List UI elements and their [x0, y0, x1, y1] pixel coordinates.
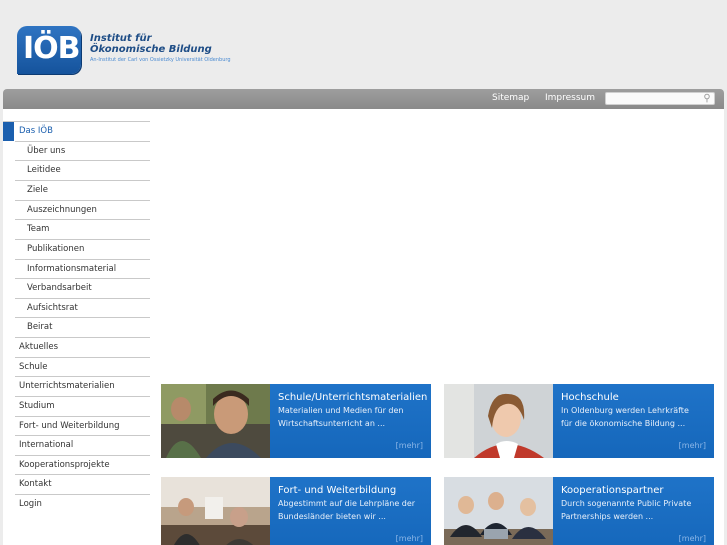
sidebar-item-unterrichtsmaterialien[interactable]: Unterrichtsmaterialien — [15, 376, 150, 396]
impressum-link[interactable]: Impressum — [545, 93, 595, 103]
teaser-title: Fort- und Weiterbildung — [278, 485, 397, 496]
sidebar-item-team[interactable]: Team — [15, 219, 150, 239]
sidebar-item-kontakt[interactable]: Kontakt — [15, 474, 150, 494]
search-input[interactable] — [605, 92, 715, 105]
logo-mark: IÖB — [17, 26, 81, 74]
sitemap-link[interactable]: Sitemap — [492, 93, 529, 103]
logo-line-3: An-Institut der Carl von Ossietzky Unive… — [90, 57, 231, 63]
teaser-text-line-2: Bundesländer bieten wir ... — [278, 512, 386, 521]
teaser-title: Kooperationspartner — [561, 485, 664, 496]
search-icon[interactable]: ⚲ — [700, 92, 714, 105]
sidebar-item-informationsmaterial[interactable]: Informationsmaterial — [15, 259, 150, 279]
mehr-link[interactable]: [mehr] — [396, 534, 423, 543]
sidebar-item-aufsichtsrat[interactable]: Aufsichtsrat — [15, 298, 150, 318]
teaser-image-business-meeting — [444, 477, 553, 545]
sidebar-item-ueber-uns[interactable]: Über uns — [15, 141, 150, 161]
teaser-image-student-woman — [444, 384, 553, 458]
teaser-image-seminar — [161, 477, 270, 545]
ioeb-logo[interactable]: IÖB — [17, 26, 81, 74]
teaser-image-students — [161, 384, 270, 458]
mehr-link[interactable]: [mehr] — [396, 441, 423, 450]
teaser-title: Schule/Unterrichtsmaterialien — [278, 392, 428, 403]
logo-wordmark[interactable]: Institut für Ökonomische Bildung An-Inst… — [90, 33, 231, 64]
sidebar-item-das-ioeb[interactable]: Das IÖB — [3, 121, 150, 141]
teaser-text-line-1: Materialien und Medien für den — [278, 406, 404, 415]
teaser-text-box: Schule/Unterrichtsmaterialien Materialie… — [270, 384, 431, 458]
sidebar-item-kooperationsprojekte[interactable]: Kooperationsprojekte — [15, 455, 150, 475]
sidebar-item-studium[interactable]: Studium — [15, 396, 150, 416]
teaser-text-line-2: Wirtschaftsunterricht an ... — [278, 419, 386, 428]
sidebar-item-schule[interactable]: Schule — [15, 357, 150, 377]
logo-line-2: Ökonomische Bildung — [90, 44, 212, 55]
teaser-fort-und-weiterbildung[interactable]: Fort- und Weiterbildung Abgestimmt auf d… — [161, 477, 431, 545]
sidebar-item-publikationen[interactable]: Publikationen — [15, 239, 150, 259]
page-header: IÖB Institut für Ökonomische Bildung An-… — [0, 0, 727, 88]
teaser-schule[interactable]: Schule/Unterrichtsmaterialien Materialie… — [161, 384, 431, 458]
teaser-text-line-2: Partnerships werden ... — [561, 512, 654, 521]
teaser-text-box: Hochschule In Oldenburg werden Lehrkräft… — [553, 384, 714, 458]
sidebar-item-beirat[interactable]: Beirat — [15, 317, 150, 337]
sidebar-item-fort-und-weiterbildung[interactable]: Fort- und Weiterbildung — [15, 416, 150, 436]
main-content: Schule/Unterrichtsmaterialien Materialie… — [150, 109, 724, 545]
teaser-text-box: Kooperationspartner Durch sogenannte Pub… — [553, 477, 714, 545]
mehr-link[interactable]: [mehr] — [679, 534, 706, 543]
logo-line-1: Institut für — [90, 33, 152, 44]
top-navigation-bar: Sitemap Impressum ⚲ — [3, 89, 724, 109]
teaser-hochschule[interactable]: Hochschule In Oldenburg werden Lehrkräft… — [444, 384, 714, 458]
teaser-text-line-1: Durch sogenannte Public Private — [561, 499, 692, 508]
teaser-text-line-1: In Oldenburg werden Lehrkräfte — [561, 406, 689, 415]
sidebar-item-auszeichnungen[interactable]: Auszeichnungen — [15, 200, 150, 220]
mehr-link[interactable]: [mehr] — [679, 441, 706, 450]
logo-mark-text: IÖB — [23, 31, 81, 66]
sidebar-item-aktuelles[interactable]: Aktuelles — [15, 337, 150, 357]
sidebar-item-verbandsarbeit[interactable]: Verbandsarbeit — [15, 278, 150, 298]
teaser-title: Hochschule — [561, 392, 619, 403]
teaser-text-line-1: Abgestimmt auf die Lehrpläne der — [278, 499, 416, 508]
sidebar-item-leitidee[interactable]: Leitidee — [15, 160, 150, 180]
teaser-kooperationspartner[interactable]: Kooperationspartner Durch sogenannte Pub… — [444, 477, 714, 545]
sidebar-item-international[interactable]: International — [15, 435, 150, 455]
teaser-text-line-2: für die ökonomische Bildung ... — [561, 419, 686, 428]
teaser-text-box: Fort- und Weiterbildung Abgestimmt auf d… — [270, 477, 431, 545]
sidebar-item-ziele[interactable]: Ziele — [15, 180, 150, 200]
sidebar-item-login[interactable]: Login — [15, 494, 150, 514]
sidebar-navigation: Das IÖB Über uns Leitidee Ziele Auszeich… — [3, 109, 150, 545]
